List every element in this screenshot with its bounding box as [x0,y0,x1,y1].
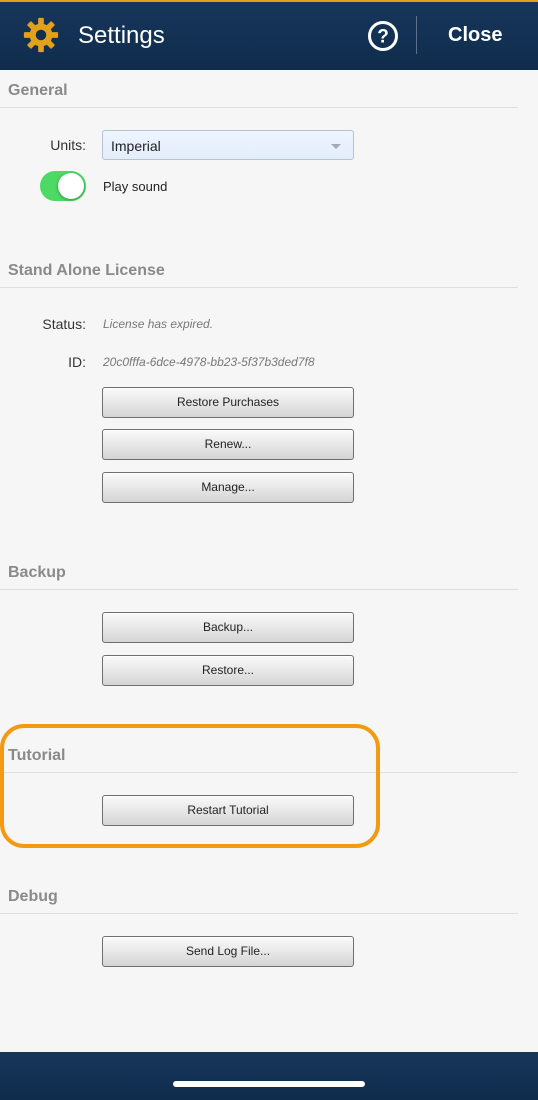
section-divider [0,589,518,590]
section-title-tutorial: Tutorial [8,747,66,764]
status-value: License has expired. [103,317,214,331]
section-divider [0,107,518,108]
toggle-knob [58,173,84,199]
gear-icon [23,17,59,53]
section-divider [0,913,518,914]
id-label: ID: [68,354,86,370]
restart-tutorial-button[interactable]: Restart Tutorial [102,795,354,826]
section-title-license: Stand Alone License [8,262,165,279]
status-label: Status: [42,316,86,332]
renew-button[interactable]: Renew... [102,429,354,460]
play-sound-toggle[interactable] [40,171,86,201]
section-title-backup: Backup [8,564,66,581]
restore-button[interactable]: Restore... [102,655,354,686]
id-value: 20c0fffa-6dce-4978-bb23-5f37b3ded7f8 [103,355,315,369]
backup-button[interactable]: Backup... [102,612,354,643]
chevron-down-icon [331,144,341,149]
units-select[interactable]: Imperial [102,130,354,160]
section-title-debug: Debug [8,888,58,905]
header-divider [416,16,417,54]
home-indicator[interactable] [173,1081,365,1087]
svg-text:?: ? [377,27,389,48]
bottom-bar [0,1052,538,1100]
units-label: Units: [50,137,86,153]
send-log-file-button[interactable]: Send Log File... [102,936,354,967]
close-button[interactable]: Close [448,24,502,47]
settings-content: General Units: Imperial Play sound Stand… [0,70,538,1052]
restore-purchases-button[interactable]: Restore Purchases [102,387,354,418]
play-sound-label: Play sound [103,179,168,194]
page-title: Settings [78,22,165,49]
top-bar: Settings ? Close [0,0,538,70]
section-divider [0,772,518,773]
help-icon[interactable]: ? [367,20,399,52]
section-divider [0,287,518,288]
manage-button[interactable]: Manage... [102,472,354,503]
units-value: Imperial [111,138,161,154]
section-title-general: General [8,82,68,99]
